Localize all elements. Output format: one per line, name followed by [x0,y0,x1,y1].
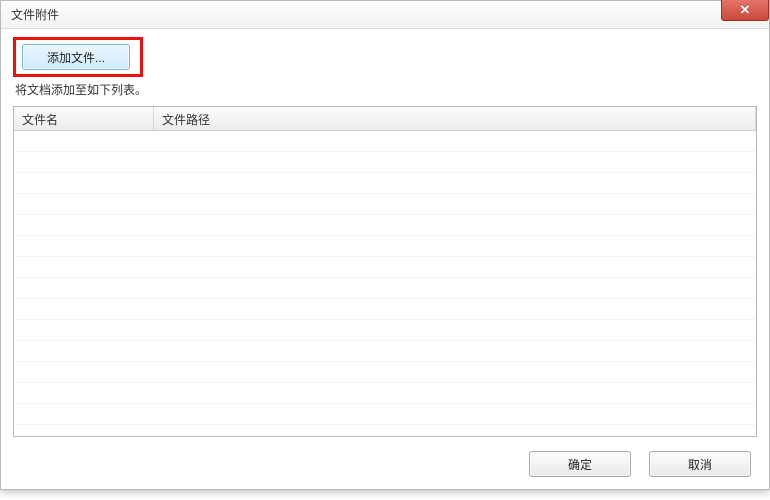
dialog-file-attachment: 文件附件 添加文件... 将文档添加至如下列表。 文件名 文件路径 [0,0,770,490]
dialog-footer: 确定 取消 [13,437,757,477]
grid-header: 文件名 文件路径 [14,107,756,131]
add-file-button[interactable]: 添加文件... [22,44,130,70]
column-header-filepath[interactable]: 文件路径 [154,107,756,130]
table-row [14,194,756,215]
column-header-filename[interactable]: 文件名 [14,107,154,130]
title-bar: 文件附件 [1,1,769,29]
table-row [14,320,756,341]
cancel-button[interactable]: 取消 [649,451,751,477]
dialog-content: 添加文件... 将文档添加至如下列表。 文件名 文件路径 [1,29,769,489]
grid-body[interactable] [14,131,756,436]
close-icon[interactable] [721,0,769,21]
table-row [14,257,756,278]
file-grid: 文件名 文件路径 [13,106,757,437]
table-row [14,404,756,425]
dialog-title: 文件附件 [11,6,59,23]
table-row [14,362,756,383]
table-row [14,236,756,257]
table-row [14,131,756,152]
table-row [14,383,756,404]
table-row [14,215,756,236]
hint-text: 将文档添加至如下列表。 [15,81,757,98]
table-row [14,278,756,299]
ok-button[interactable]: 确定 [529,451,631,477]
highlight-annotation: 添加文件... [13,37,143,77]
table-row [14,173,756,194]
table-row [14,299,756,320]
table-row [14,341,756,362]
table-row [14,152,756,173]
